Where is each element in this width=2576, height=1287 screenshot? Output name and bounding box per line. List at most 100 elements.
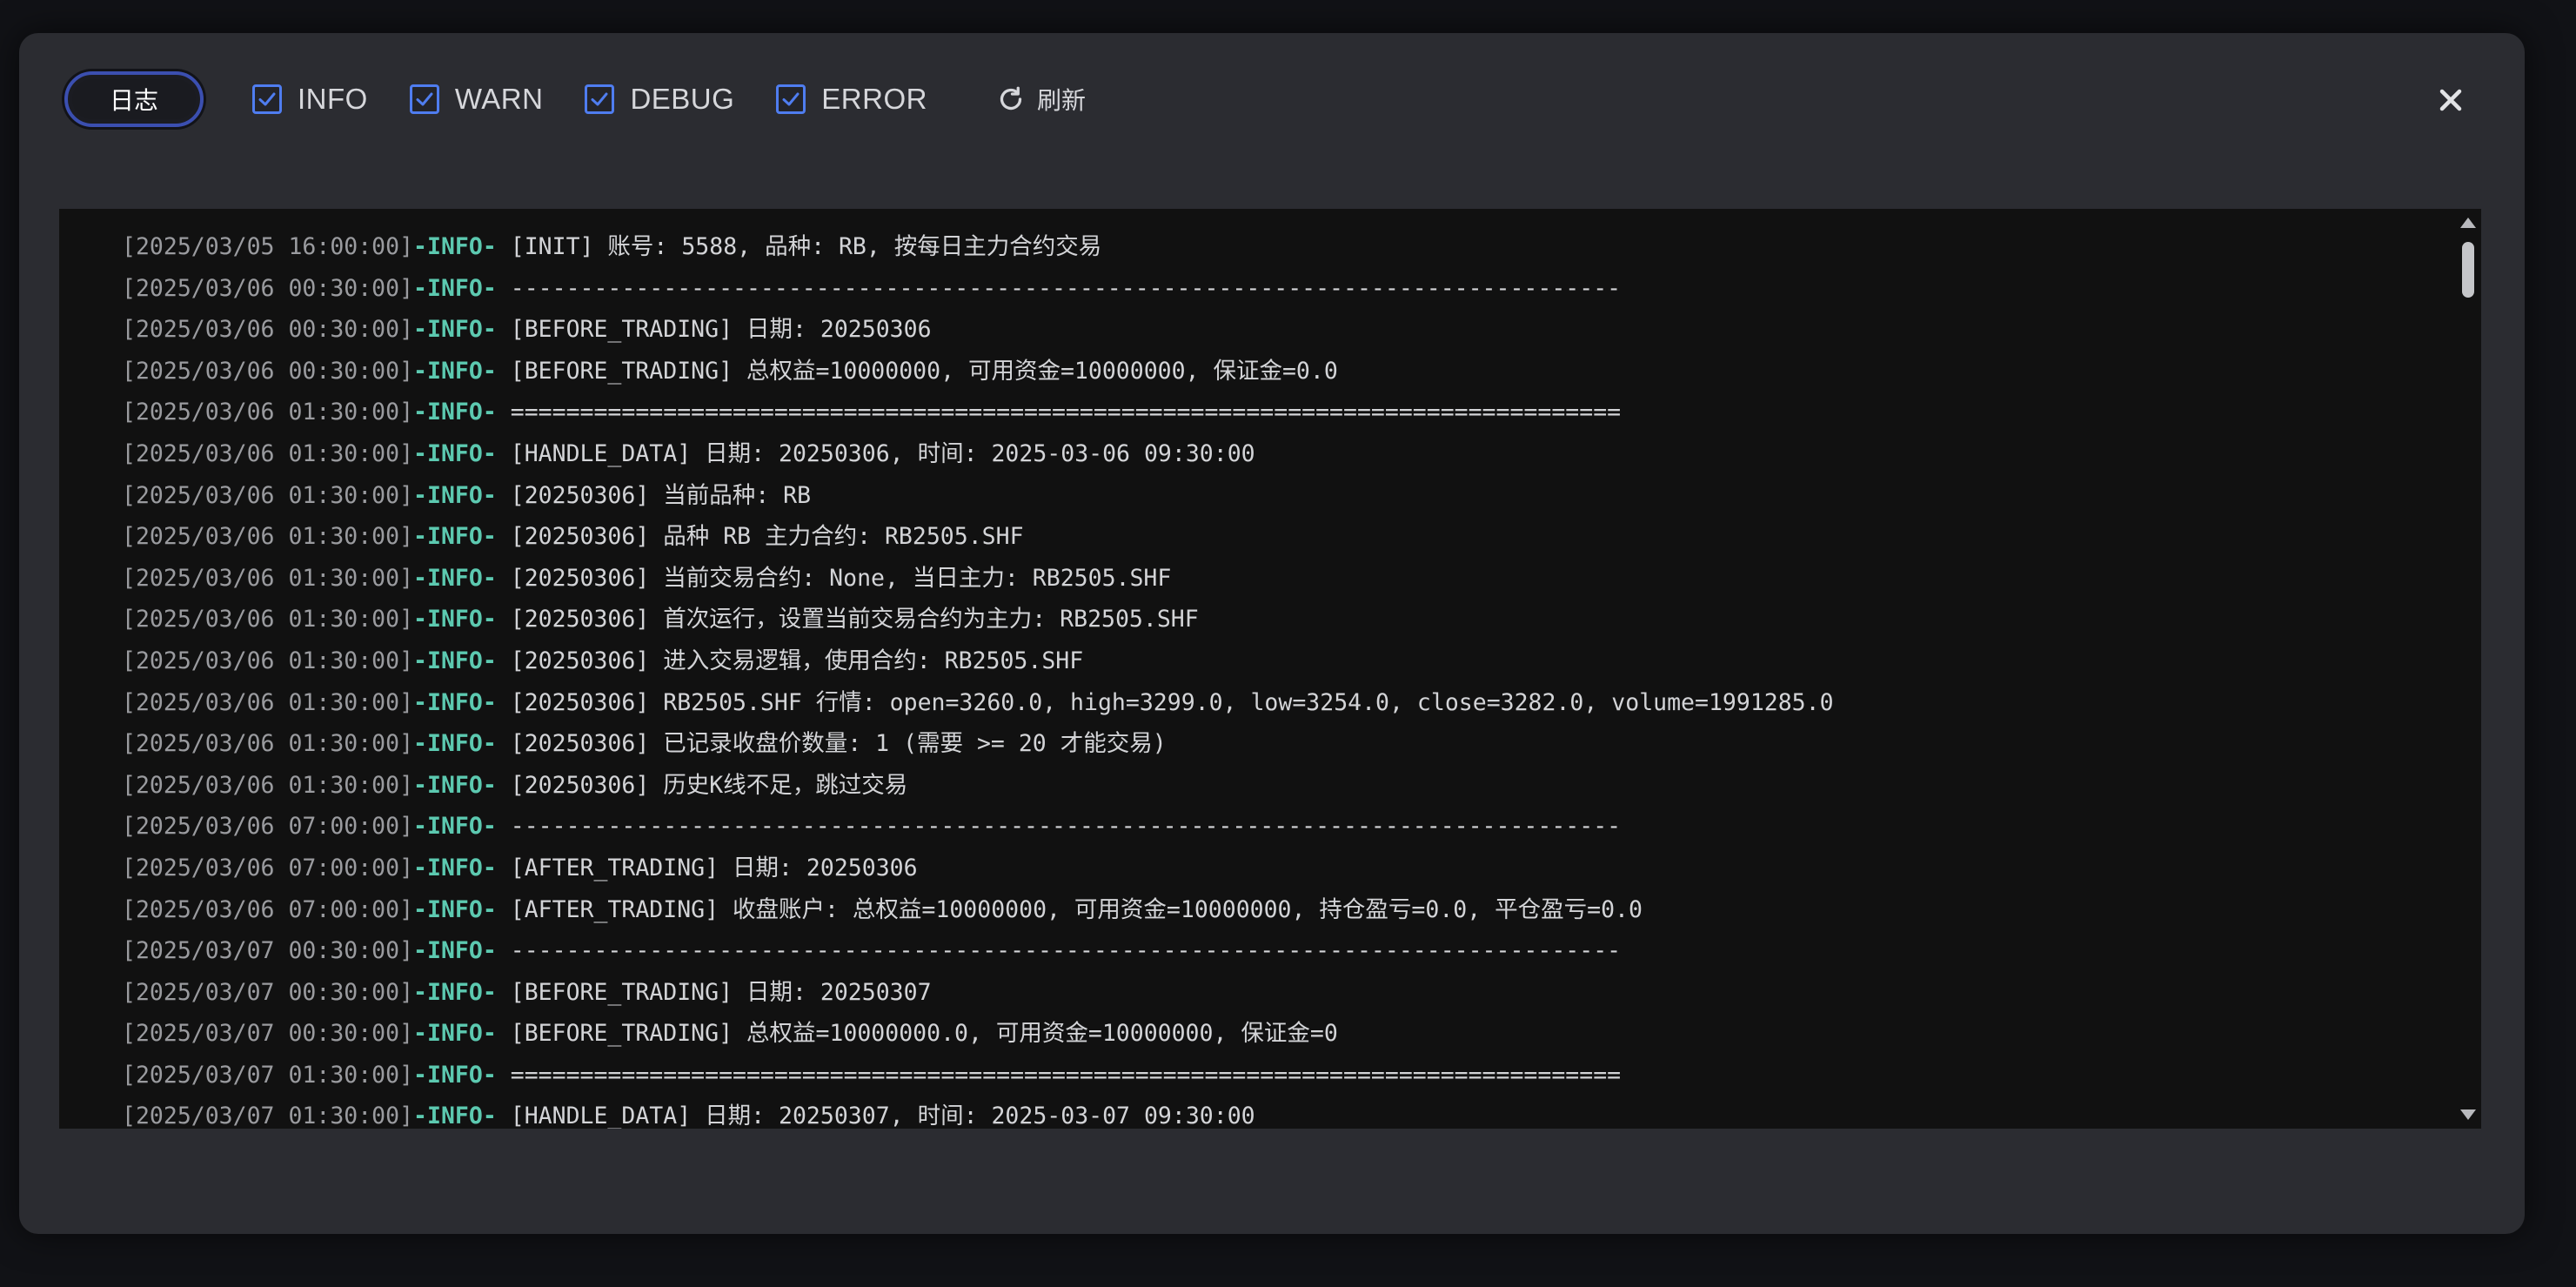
log-message: [20250306] 已记录收盘价数量: 1 (需要 >= 20 才能交易) [510,730,1167,758]
scroll-thumb[interactable] [2462,242,2474,298]
log-message: [BEFORE_TRADING] 日期: 20250307 [510,978,932,1006]
log-level: -INFO- [413,357,497,385]
log-line: [2025/03/06 07:00:00]-INFO- ------------… [122,806,2446,848]
log-separator [497,233,511,260]
log-message: [AFTER_TRADING] 收盘账户: 总权益=10000000, 可用资金… [510,895,1643,923]
log-timestamp: [2025/03/05 16:00:00] [122,233,414,260]
log-message: [20250306] 当前交易合约: None, 当日主力: RB2505.SH… [510,564,1172,592]
log-timestamp: [2025/03/06 07:00:00] [122,813,414,841]
log-message: ========================================… [510,1061,1622,1089]
log-separator [497,275,511,302]
warn-checkbox-icon[interactable] [409,84,439,114]
log-separator [497,440,511,467]
log-timestamp: [2025/03/06 00:30:00] [122,316,414,344]
log-message: ----------------------------------------… [510,813,1622,841]
close-icon [2439,89,2462,111]
scroll-down-icon[interactable] [2460,1109,2476,1120]
filter-warn-label: WARN [454,83,544,115]
log-level: -INFO- [413,399,497,426]
log-message: ----------------------------------------… [510,274,1622,302]
log-separator [497,855,511,881]
filter-debug[interactable]: DEBUG [585,83,734,116]
log-line: [2025/03/06 01:30:00]-INFO- [20250306] 进… [122,640,2446,682]
log-line: [2025/03/06 01:30:00]-INFO- [20250306] 品… [122,516,2446,558]
log-message: [HANDLE_DATA] 日期: 20250307, 时间: 2025-03-… [510,1103,1255,1129]
log-separator [497,482,511,509]
log-separator [497,565,511,592]
log-timestamp: [2025/03/06 01:30:00] [122,399,414,426]
log-line: [2025/03/06 01:30:00]-INFO- [HANDLE_DATA… [122,433,2446,475]
log-line: [2025/03/06 00:30:00]-INFO- [BEFORE_TRAD… [122,351,2446,392]
log-timestamp: [2025/03/06 00:30:00] [122,357,414,385]
filter-warn[interactable]: WARN [409,83,544,116]
refresh-button[interactable]: 刷新 [995,82,1086,117]
log-line: [2025/03/07 00:30:00]-INFO- ------------… [122,930,2446,972]
log-level: -INFO- [413,1020,497,1048]
log-line: [2025/03/07 00:30:00]-INFO- [BEFORE_TRAD… [122,972,2446,1014]
log-timestamp: [2025/03/06 01:30:00] [122,439,414,467]
filter-error-label: ERROR [821,83,927,115]
filter-info-label: INFO [298,83,368,115]
log-line: [2025/03/06 01:30:00]-INFO- [20250306] 已… [122,723,2446,765]
log-level: -INFO- [413,1103,497,1129]
log-line: [2025/03/06 00:30:00]-INFO- [BEFORE_TRAD… [122,309,2446,351]
log-line: [2025/03/06 07:00:00]-INFO- [AFTER_TRADI… [122,889,2446,931]
log-message: ----------------------------------------… [510,937,1622,965]
scroll-up-icon[interactable] [2460,218,2476,228]
log-timestamp: [2025/03/07 01:30:00] [122,1061,414,1089]
log-level: -INFO- [413,688,497,716]
close-button[interactable] [2431,80,2471,120]
log-separator [497,772,511,799]
log-level: -INFO- [413,523,497,551]
log-line: [2025/03/07 01:30:00]-INFO- [HANDLE_DATA… [122,1096,2446,1129]
log-level: -INFO- [413,730,497,758]
log-separator [497,1103,511,1129]
log-level: -INFO- [413,978,497,1006]
log-line: [2025/03/06 01:30:00]-INFO- [20250306] 当… [122,475,2446,517]
log-message: [20250306] 进入交易逻辑，使用合约: RB2505.SHF [510,647,1084,674]
log-level: -INFO- [413,854,497,881]
log-toolbar: 日志 INFO WARN DEBUG ERROR 刷新 [64,64,1086,134]
refresh-label: 刷新 [1036,86,1086,115]
log-scrollbar[interactable] [2455,209,2481,1129]
log-timestamp: [2025/03/06 00:30:00] [122,274,414,302]
log-message: [BEFORE_TRADING] 总权益=10000000, 可用资金=1000… [510,357,1338,385]
log-output-panel[interactable]: [2025/03/05 16:00:00]-INFO- [INIT] 账号: 5… [59,209,2481,1129]
log-line: [2025/03/06 07:00:00]-INFO- [AFTER_TRADI… [122,848,2446,889]
log-message: [BEFORE_TRADING] 总权益=10000000.0, 可用资金=10… [510,1020,1338,1048]
log-message: [20250306] 历史K线不足，跳过交易 [510,771,908,799]
log-level: -INFO- [413,564,497,592]
log-timestamp: [2025/03/06 01:30:00] [122,481,414,509]
log-separator [497,523,511,550]
log-level: -INFO- [413,316,497,344]
log-message: [20250306] 首次运行，设置当前交易合约为主力: RB2505.SHF [510,606,1199,633]
filter-info[interactable]: INFO [252,83,368,116]
log-separator [497,979,511,1006]
log-timestamp: [2025/03/07 01:30:00] [122,1103,414,1129]
log-timestamp: [2025/03/07 00:30:00] [122,937,414,965]
log-dialog: 日志 INFO WARN DEBUG ERROR 刷新 [2025/03/05 … [19,33,2525,1234]
log-line: [2025/03/06 01:30:00]-INFO- [20250306] 当… [122,558,2446,600]
log-timestamp: [2025/03/06 01:30:00] [122,688,414,716]
log-level: -INFO- [413,606,497,633]
debug-checkbox-icon[interactable] [585,84,615,114]
log-separator [497,689,511,716]
log-level: -INFO- [413,439,497,467]
log-message: [20250306] RB2505.SHF 行情: open=3260.0, h… [510,688,1834,716]
log-separator [497,813,511,840]
log-message: [INIT] 账号: 5588, 品种: RB, 按每日主力合约交易 [510,233,1102,260]
log-line: [2025/03/06 01:30:00]-INFO- [20250306] 历… [122,765,2446,807]
log-timestamp: [2025/03/06 01:30:00] [122,606,414,633]
info-checkbox-icon[interactable] [252,84,282,114]
log-line: [2025/03/06 01:30:00]-INFO- [20250306] R… [122,682,2446,724]
error-checkbox-icon[interactable] [776,84,806,114]
log-message: [BEFORE_TRADING] 日期: 20250306 [510,316,932,344]
log-level: -INFO- [413,937,497,965]
log-message: [AFTER_TRADING] 日期: 20250306 [510,854,918,881]
log-tab-button[interactable]: 日志 [64,71,204,127]
filter-debug-label: DEBUG [630,83,735,115]
log-level: -INFO- [413,233,497,260]
log-line: [2025/03/05 16:00:00]-INFO- [INIT] 账号: 5… [122,226,2446,268]
log-message: ========================================… [510,399,1622,426]
filter-error[interactable]: ERROR [776,83,927,116]
